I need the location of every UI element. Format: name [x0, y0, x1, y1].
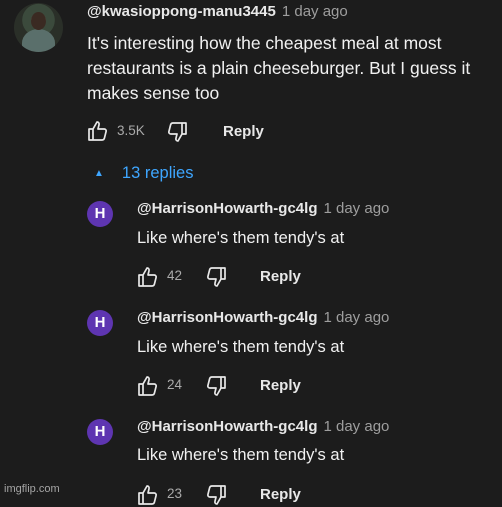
imgflip-watermark: imgflip.com — [4, 483, 60, 495]
reply-like-count: 42 — [167, 268, 183, 283]
comment-text-line: restaurants is a plain cheeseburger. But… — [87, 58, 471, 78]
reply-button[interactable]: Reply — [223, 123, 264, 140]
comment-text-line: makes sense too — [87, 83, 220, 103]
reply-header: @HarrisonHowarth-gc4lg 1 day ago — [137, 418, 389, 436]
like-icon[interactable] — [86, 119, 110, 143]
comment-text-line: It's interesting how the cheapest meal a… — [87, 33, 442, 53]
like-icon[interactable] — [136, 483, 160, 507]
dislike-icon[interactable] — [204, 374, 228, 398]
reply-avatar[interactable]: H — [87, 201, 113, 227]
reply-button[interactable]: Reply — [260, 268, 301, 285]
reply-author[interactable]: @HarrisonHowarth-gc4lg — [137, 309, 317, 326]
reply-author[interactable]: @HarrisonHowarth-gc4lg — [137, 200, 317, 217]
reply-header: @HarrisonHowarth-gc4lg 1 day ago — [137, 200, 389, 218]
like-icon[interactable] — [136, 265, 160, 289]
reply-text: Like where's them tendy's at — [137, 229, 345, 247]
reply-avatar[interactable]: H — [87, 310, 113, 336]
caret-up-icon: ▲ — [94, 168, 104, 179]
reply-avatar[interactable]: H — [87, 419, 113, 445]
reply-text: Like where's them tendy's at — [137, 446, 345, 464]
dislike-icon[interactable] — [204, 265, 228, 289]
dislike-icon[interactable] — [204, 483, 228, 507]
reply-time[interactable]: 1 day ago — [323, 309, 389, 326]
replies-toggle[interactable]: ▲ 13 replies — [94, 164, 193, 183]
reply-text: Like where's them tendy's at — [137, 338, 345, 356]
like-count: 3.5K — [117, 123, 145, 138]
reply-time[interactable]: 1 day ago — [323, 418, 389, 435]
reply-time[interactable]: 1 day ago — [323, 200, 389, 217]
reply-like-count: 24 — [167, 377, 183, 392]
comment-text: It's interesting how the cheapest meal a… — [87, 31, 497, 106]
reply-button[interactable]: Reply — [260, 486, 301, 503]
reply-button[interactable]: Reply — [260, 377, 301, 394]
reply-author[interactable]: @HarrisonHowarth-gc4lg — [137, 418, 317, 435]
comment-author[interactable]: @kwasioppong-manu3445 — [87, 3, 276, 20]
dislike-icon[interactable] — [165, 120, 189, 144]
reply-header: @HarrisonHowarth-gc4lg 1 day ago — [137, 309, 389, 327]
comment-header: @kwasioppong-manu3445 1 day ago — [87, 3, 348, 21]
replies-count-label: 13 replies — [121, 164, 194, 182]
author-avatar[interactable] — [14, 3, 63, 52]
like-icon[interactable] — [136, 374, 160, 398]
comment-time[interactable]: 1 day ago — [282, 3, 348, 20]
